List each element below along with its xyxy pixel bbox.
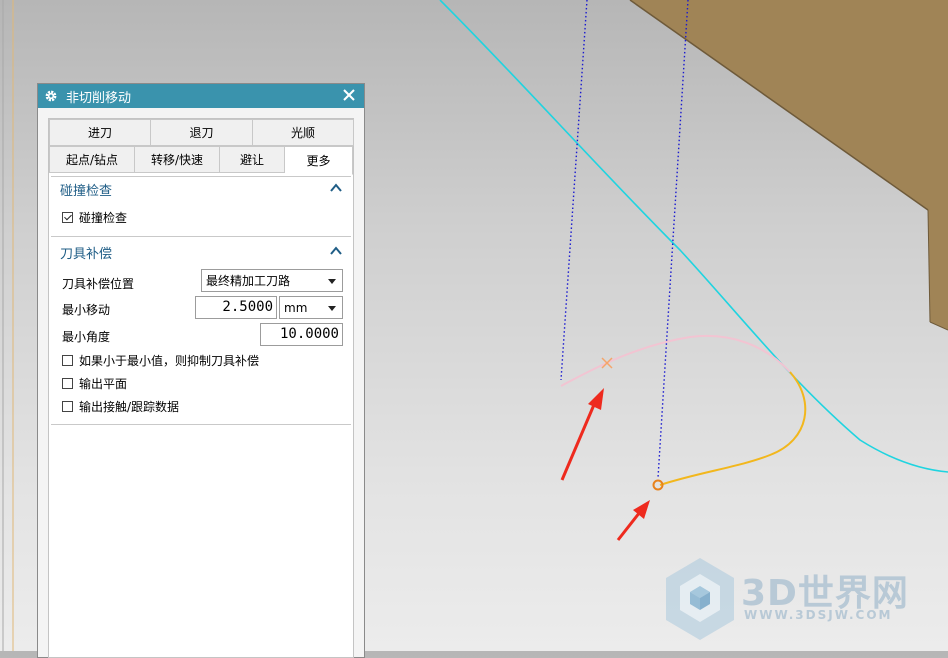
pink-toolpath <box>560 335 791 387</box>
comp-position-value: 最终精加工刀路 <box>206 274 291 288</box>
close-icon[interactable] <box>340 86 358 104</box>
dialog-titlebar[interactable]: 非切削移动 <box>38 84 364 108</box>
tab-start-drill-points[interactable]: 起点/钻点 <box>49 146 135 173</box>
section-tool-compensation[interactable]: 刀具补偿 <box>51 240 349 264</box>
watermark: 3D世界网 WWW.3DSJW.COM <box>664 556 934 642</box>
dropdown-arrow-icon <box>328 306 336 311</box>
tab-row-1: 进刀 退刀 光顺 <box>49 119 354 146</box>
tab-smoothing[interactable]: 光顺 <box>253 119 354 146</box>
annotation-arrow-2 <box>616 500 650 541</box>
min-move-unit-select[interactable]: mm <box>279 296 343 319</box>
tab-retract[interactable]: 退刀 <box>151 119 253 146</box>
cube-logo-icon <box>666 558 734 640</box>
dotted-move-line-2 <box>657 0 689 479</box>
tab-transfer-rapid[interactable]: 转移/快速 <box>135 146 220 173</box>
non-cutting-moves-dialog: 非切削移动 进刀 退刀 光顺 起点/钻点 转移/快速 避让 更多 碰撞检查 碰撞… <box>37 83 365 658</box>
chevron-up-icon[interactable] <box>329 245 343 257</box>
section-collision-check[interactable]: 碰撞检查 <box>51 177 349 201</box>
watermark-url: WWW.3DSJW.COM <box>744 608 893 622</box>
tab-engage[interactable]: 进刀 <box>49 119 151 146</box>
dialog-title: 非切削移动 <box>66 90 132 106</box>
collision-check-label: 碰撞检查 <box>79 211 128 225</box>
checkbox-box[interactable] <box>62 355 73 366</box>
min-move-unit-value: mm <box>284 300 308 315</box>
tab-avoidance[interactable]: 避让 <box>220 146 285 173</box>
section-separator <box>51 424 351 425</box>
dotted-move-line-1 <box>560 0 588 381</box>
checkbox-box[interactable] <box>62 378 73 389</box>
collision-check-checkbox[interactable]: 碰撞检查 <box>62 209 127 226</box>
comp-position-label: 刀具补偿位置 <box>62 277 135 291</box>
suppress-comp-checkbox[interactable]: 如果小于最小值，则抑制刀具补偿 <box>62 352 259 369</box>
orange-toolpath <box>659 371 807 486</box>
min-move-label: 最小移动 <box>62 303 111 317</box>
min-move-input[interactable]: 2.5000 <box>195 296 277 319</box>
output-plane-checkbox[interactable]: 输出平面 <box>62 375 127 392</box>
section-collision-check-label: 碰撞检查 <box>60 183 113 199</box>
dialog-panel: 进刀 退刀 光顺 起点/钻点 转移/快速 避让 更多 碰撞检查 碰撞检查 刀具补… <box>48 118 354 658</box>
suppress-comp-label: 如果小于最小值，则抑制刀具补偿 <box>79 354 260 368</box>
min-angle-label: 最小角度 <box>62 330 111 344</box>
gear-icon <box>44 89 64 103</box>
section-tool-compensation-label: 刀具补偿 <box>60 246 113 262</box>
cross-marker <box>601 357 613 369</box>
comp-position-select[interactable]: 最终精加工刀路 <box>201 269 343 292</box>
chevron-up-icon[interactable] <box>329 182 343 194</box>
output-contact-checkbox[interactable]: 输出接触/跟踪数据 <box>62 398 179 415</box>
output-contact-label: 输出接触/跟踪数据 <box>79 400 180 414</box>
section-separator <box>51 236 351 237</box>
min-angle-input[interactable]: 10.0000 <box>260 323 343 346</box>
checkbox-box[interactable] <box>62 401 73 412</box>
output-plane-label: 输出平面 <box>79 377 128 391</box>
checkbox-box[interactable] <box>62 212 73 223</box>
tab-row-2: 起点/钻点 转移/快速 避让 更多 <box>49 146 353 175</box>
annotation-arrow-1 <box>560 388 604 481</box>
dropdown-arrow-icon <box>328 279 336 284</box>
tab-more[interactable]: 更多 <box>285 146 353 175</box>
